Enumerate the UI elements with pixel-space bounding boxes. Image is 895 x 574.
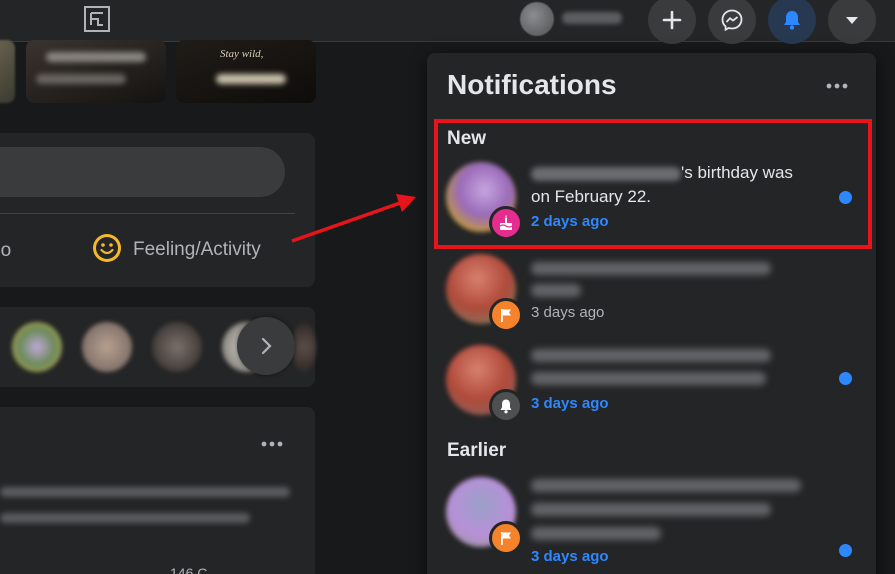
create-post-card: eo	[0, 133, 315, 287]
notification-item[interactable]: 3 days ago	[435, 473, 867, 565]
story-card[interactable]	[0, 40, 15, 103]
contact-avatar[interactable]	[292, 322, 316, 372]
facebook-gaming-icon[interactable]	[83, 5, 111, 33]
unread-dot	[839, 544, 852, 557]
flag-icon	[501, 532, 511, 545]
bell-icon	[500, 399, 512, 414]
feeling-activity-button[interactable]: Feeling/Activity	[133, 239, 261, 261]
notification-text-blurred	[531, 479, 801, 492]
page-badge	[489, 521, 523, 555]
smiley-icon	[93, 234, 121, 262]
avatar	[520, 2, 554, 36]
caret-down-icon	[846, 17, 858, 24]
whats-on-your-mind-input[interactable]	[0, 147, 285, 197]
story-caption-blurred	[216, 74, 286, 84]
notification-text-blurred	[531, 262, 771, 275]
contact-avatar[interactable]	[12, 322, 62, 372]
bell-icon	[784, 11, 800, 30]
story-caption: Stay wild,	[220, 48, 264, 60]
reminder-badge	[489, 389, 523, 423]
notification-text-blurred	[531, 349, 771, 362]
profile-shortcut[interactable]	[520, 2, 632, 36]
divider	[0, 213, 295, 214]
unread-dot	[839, 372, 852, 385]
more-options-icon[interactable]	[260, 440, 284, 448]
panel-title: Notifications	[447, 69, 617, 100]
contacts-next-button[interactable]	[237, 317, 295, 375]
plus-icon	[662, 10, 682, 30]
notification-item[interactable]: 3 days ago	[435, 341, 867, 429]
section-earlier-heading: Earlier	[447, 440, 507, 461]
notification-text-blurred	[531, 503, 771, 516]
top-navigation-bar	[0, 0, 895, 44]
messenger-button[interactable]	[708, 0, 756, 44]
contact-avatar[interactable]	[82, 322, 132, 372]
notification-item[interactable]: 3 days ago	[435, 250, 867, 338]
profile-name-blurred	[562, 12, 622, 24]
post-comment-count[interactable]: 146 C	[170, 565, 207, 574]
more-options-icon[interactable]	[825, 82, 849, 90]
story-card[interactable]: Stay wild,	[176, 40, 316, 103]
notification-time: 3 days ago	[531, 395, 609, 412]
notification-time: 3 days ago	[531, 548, 609, 565]
notification-text-blurred	[531, 372, 766, 385]
post-text-blurred	[0, 487, 290, 497]
post-text-blurred	[0, 513, 250, 523]
create-button[interactable]	[648, 0, 696, 44]
highlight-box	[434, 119, 872, 249]
notifications-button[interactable]	[768, 0, 816, 44]
notification-time: 3 days ago	[531, 304, 605, 321]
messenger-icon	[721, 9, 743, 31]
story-caption-blurred	[46, 52, 146, 62]
live-video-label[interactable]: eo	[0, 240, 11, 262]
notification-text-blurred	[531, 527, 661, 540]
account-menu-button[interactable]	[828, 0, 876, 44]
page-badge	[489, 298, 523, 332]
notification-text-blurred	[531, 284, 581, 297]
flag-icon	[501, 309, 511, 322]
story-caption-blurred	[36, 74, 126, 84]
chevron-right-icon	[261, 337, 272, 355]
story-card[interactable]	[26, 40, 166, 103]
contact-avatar[interactable]	[152, 322, 202, 372]
feed-post-card: 146 C	[0, 407, 315, 574]
